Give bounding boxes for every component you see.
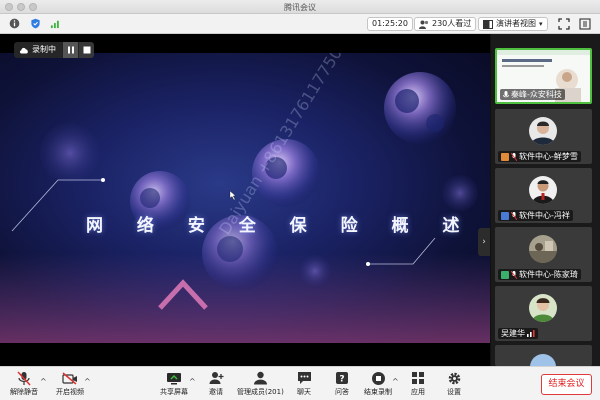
participant-tile[interactable]: 软件中心-陈家琦 <box>495 227 592 282</box>
apps-label: 应用 <box>411 388 425 396</box>
avatar <box>529 235 557 263</box>
share-screen-button[interactable]: 共享屏幕 <box>160 370 188 397</box>
user-icon <box>501 270 509 279</box>
qa-button[interactable]: ? 问答 <box>334 370 350 397</box>
manage-members-button[interactable]: 管理成员(201) <box>237 370 284 397</box>
participant-tile-speaker[interactable]: 秦峰-众安科技 <box>495 48 592 104</box>
participant-tile[interactable]: 软件中心-冯祥 <box>495 168 592 223</box>
window-titlebar: 腾讯会议 <box>0 0 600 14</box>
pause-recording-button[interactable] <box>62 42 78 58</box>
question-icon: ? <box>336 372 348 385</box>
microphone-off-icon <box>17 370 31 386</box>
svg-text:?: ? <box>339 375 344 385</box>
participant-name: 吴建华 <box>501 329 525 338</box>
cloud-icon <box>19 47 28 54</box>
participant-name-tag: 软件中心-鲜梦雪 <box>498 151 581 162</box>
shared-screen-stage: 录制中 网 络 安 全 保 险 概 述 Daiyuan +86131761177… <box>0 34 490 366</box>
avatar <box>530 354 556 366</box>
share-screen-icon <box>167 372 181 384</box>
video-options-chevron[interactable]: ^ <box>84 377 91 386</box>
view-mode-dropdown[interactable]: 演讲者视图 ▾ <box>478 17 548 31</box>
participant-name: 秦峰-众安科技 <box>511 90 562 99</box>
participant-name-tag: 秦峰-众安科技 <box>500 89 565 100</box>
video-off-icon <box>62 371 77 385</box>
participant-name: 软件中心-冯祥 <box>519 211 570 220</box>
user-icon <box>501 152 509 161</box>
participant-video-panel: 秦峰-众安科技 软件中心-鲜梦雪 软件中心-冯祥 软件中心-陈家琦 吴建华 <box>490 34 600 366</box>
pause-icon <box>67 46 74 54</box>
participant-name: 软件中心-鲜梦雪 <box>519 152 578 161</box>
chevron-right-icon: › <box>482 237 486 247</box>
invite-button[interactable]: 邀请 <box>208 370 224 397</box>
microphone-off-icon <box>511 270 517 279</box>
end-recording-label: 结束录制 <box>364 388 392 396</box>
chat-label: 聊天 <box>297 388 311 396</box>
fullscreen-icon[interactable] <box>558 18 570 30</box>
avatar <box>529 117 557 145</box>
participant-name-tag: 软件中心-冯祥 <box>498 210 573 221</box>
recording-label: 录制中 <box>32 45 56 54</box>
invite-label: 邀请 <box>209 388 223 396</box>
share-options-chevron[interactable]: ^ <box>189 377 196 386</box>
chat-button[interactable]: 聊天 <box>296 370 312 397</box>
apps-button[interactable]: 应用 <box>410 370 426 397</box>
unmute-label: 解除静音 <box>10 388 38 396</box>
viewers-count-button[interactable]: 230人看过 <box>414 17 477 31</box>
audio-options-chevron[interactable]: ^ <box>40 377 47 386</box>
participant-name-tag: 软件中心-陈家琦 <box>498 269 581 280</box>
window-title: 腾讯会议 <box>284 3 316 12</box>
participant-tile[interactable] <box>495 345 592 366</box>
share-screen-label: 共享屏幕 <box>160 388 188 396</box>
shield-icon[interactable] <box>30 18 41 29</box>
chevron-down-icon: ▾ <box>539 20 543 28</box>
gear-icon <box>448 372 460 384</box>
participant-name: 软件中心-陈家琦 <box>519 270 578 279</box>
meeting-timer: 01:25:20 <box>367 17 413 31</box>
unmute-button[interactable]: 解除静音 <box>10 370 38 397</box>
microphone-off-icon <box>511 152 517 161</box>
recording-indicator: 录制中 <box>14 42 62 58</box>
collapse-panel-button[interactable]: › <box>478 228 490 256</box>
settings-button[interactable]: 设置 <box>446 370 462 397</box>
microphone-icon <box>503 90 509 97</box>
grid-view-icon <box>483 19 493 29</box>
stop-recording-button[interactable] <box>78 42 94 58</box>
end-meeting-button[interactable]: 结束会议 <box>541 374 592 395</box>
viewers-count-label: 230人看过 <box>432 19 472 28</box>
view-mode-label: 演讲者视图 <box>496 19 536 28</box>
signal-strength-icon[interactable] <box>50 18 61 29</box>
more-options-icon[interactable] <box>579 18 591 30</box>
participant-tile[interactable]: 软件中心-鲜梦雪 <box>495 109 592 164</box>
meeting-toolbar: 01:25:20 230人看过 演讲者视图 ▾ <box>0 14 600 34</box>
microphone-off-icon <box>511 211 517 220</box>
settings-label: 设置 <box>447 388 461 396</box>
people-icon <box>419 20 429 29</box>
qa-label: 问答 <box>335 388 349 396</box>
add-user-icon <box>209 372 223 384</box>
signal-bars-icon <box>527 330 535 337</box>
start-video-button[interactable]: 开启视频 <box>56 370 84 397</box>
members-icon <box>253 371 267 385</box>
apps-grid-icon <box>412 372 424 384</box>
info-icon[interactable] <box>9 18 20 29</box>
participant-name-tag: 吴建华 <box>498 328 538 339</box>
user-icon <box>501 211 509 220</box>
slide-title: 网 络 安 全 保 险 概 述 <box>86 216 474 236</box>
avatar <box>529 294 557 322</box>
manage-members-label: 管理成员(201) <box>237 388 284 396</box>
chat-icon <box>297 372 311 384</box>
presentation-slide: 网 络 安 全 保 险 概 述 Daiyuan +8613176117750 <box>0 53 490 343</box>
meeting-control-bar: 解除静音 ^ 开启视频 ^ 共享屏幕 ^ 邀请 管理成员(201) 聊天 ? 问… <box>0 366 600 400</box>
avatar <box>529 176 557 204</box>
stop-icon <box>83 46 90 54</box>
end-recording-button[interactable]: 结束录制 <box>364 370 392 397</box>
record-icon <box>371 371 385 385</box>
start-video-label: 开启视频 <box>56 388 84 396</box>
recording-options-chevron[interactable]: ^ <box>392 377 399 386</box>
recording-controls: 录制中 <box>14 42 94 58</box>
participant-tile[interactable]: 吴建华 <box>495 286 592 341</box>
